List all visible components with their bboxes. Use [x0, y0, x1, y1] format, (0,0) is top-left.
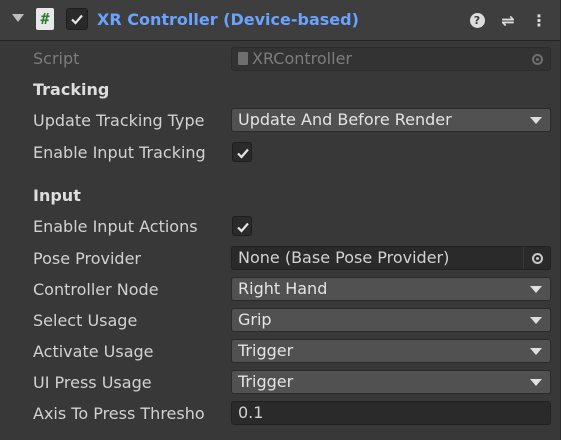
checkmark-icon	[237, 222, 249, 233]
controller-node-dropdown[interactable]: Right Hand	[231, 277, 551, 301]
enable-input-tracking-label: Enable Input Tracking	[33, 143, 206, 162]
ui-press-usage-label: UI Press Usage	[33, 373, 152, 392]
component-enabled-checkbox[interactable]	[66, 8, 88, 30]
input-section-header: Input	[33, 186, 81, 205]
tracking-section-header: Tracking	[33, 80, 110, 99]
object-picker-icon	[531, 252, 543, 264]
menu-icon: ⋮	[531, 10, 547, 30]
chevron-down-icon	[530, 117, 542, 124]
update-tracking-type-label: Update Tracking Type	[33, 111, 205, 130]
context-menu-button[interactable]: ⋮	[528, 9, 550, 31]
controller-node-value: Right Hand	[238, 279, 328, 298]
select-usage-value: Grip	[238, 310, 272, 329]
axis-to-press-threshold-input[interactable]: 0.1	[231, 401, 551, 425]
chevron-down-icon	[530, 286, 542, 293]
pose-provider-field[interactable]: None (Base Pose Provider)	[231, 246, 551, 270]
activate-usage-value: Trigger	[238, 341, 294, 360]
checkmark-icon	[237, 148, 249, 159]
select-usage-label: Select Usage	[33, 311, 138, 330]
axis-to-press-threshold-label: Axis To Press Thresho	[33, 404, 205, 423]
script-value: XRController	[252, 49, 352, 68]
axis-to-press-threshold-value: 0.1	[238, 403, 264, 422]
select-usage-dropdown[interactable]: Grip	[231, 308, 551, 332]
object-picker-icon	[531, 53, 543, 65]
chevron-down-icon	[530, 379, 542, 386]
enable-input-tracking-checkbox[interactable]	[232, 142, 252, 162]
script-file-icon	[238, 52, 248, 65]
enable-input-actions-label: Enable Input Actions	[33, 217, 198, 236]
chevron-down-icon	[530, 317, 542, 324]
component-title[interactable]: XR Controller (Device-based)	[97, 9, 359, 31]
activate-usage-dropdown[interactable]: Trigger	[231, 339, 551, 363]
checkmark-icon	[71, 14, 83, 25]
csharp-script-icon: #	[36, 8, 54, 30]
presets-icon: ⇌	[501, 10, 515, 30]
script-field: XRController	[231, 47, 551, 71]
script-label: Script	[33, 49, 80, 68]
chevron-down-icon	[530, 348, 542, 355]
ui-press-usage-value: Trigger	[238, 372, 294, 391]
update-tracking-type-value: Update And Before Render	[238, 110, 452, 129]
presets-button[interactable]: ⇌	[497, 9, 519, 31]
foldout-arrow-icon[interactable]	[12, 14, 24, 22]
ui-press-usage-dropdown[interactable]: Trigger	[231, 370, 551, 394]
enable-input-actions-checkbox[interactable]	[232, 216, 252, 236]
controller-node-label: Controller Node	[33, 280, 159, 299]
update-tracking-type-dropdown[interactable]: Update And Before Render	[231, 108, 551, 132]
component-header[interactable]: # XR Controller (Device-based) ? ⇌ ⋮	[0, 0, 561, 41]
inspector-panel: # XR Controller (Device-based) ? ⇌ ⋮ Scr…	[0, 0, 561, 440]
pose-provider-label: Pose Provider	[33, 249, 142, 268]
help-icon: ?	[469, 12, 485, 28]
object-picker-button	[524, 48, 550, 70]
object-picker-button[interactable]	[524, 247, 550, 269]
pose-provider-value: None (Base Pose Provider)	[238, 248, 450, 267]
help-button[interactable]: ?	[466, 9, 488, 31]
activate-usage-label: Activate Usage	[33, 342, 154, 361]
